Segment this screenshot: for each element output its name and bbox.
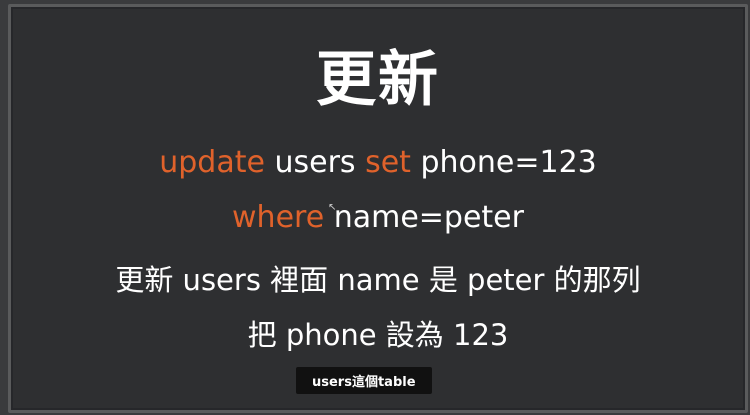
sql-line-update: update users set phone=123 <box>11 145 745 180</box>
explanation-line-1: 更新 users 裡面 name 是 peter 的那列 <box>115 263 641 297</box>
sql-line-where: where name=peter <box>11 200 745 235</box>
keyword-update: update <box>159 145 265 180</box>
text-phone-assignment: phone=123 <box>410 145 597 180</box>
keyword-where: where <box>232 200 325 235</box>
slide-panel: 更新 update users set phone=123 where name… <box>8 4 748 413</box>
subtitle-caption: users這個table <box>296 367 432 394</box>
text-name-condition: name=peter <box>324 200 524 235</box>
mouse-cursor-icon: ↖ <box>328 202 337 213</box>
slide-title: 更新 <box>316 45 440 115</box>
keyword-set: set <box>365 145 411 180</box>
explanation-line-2: 把 phone 設為 123 <box>247 318 509 352</box>
text-users: users <box>264 145 366 180</box>
